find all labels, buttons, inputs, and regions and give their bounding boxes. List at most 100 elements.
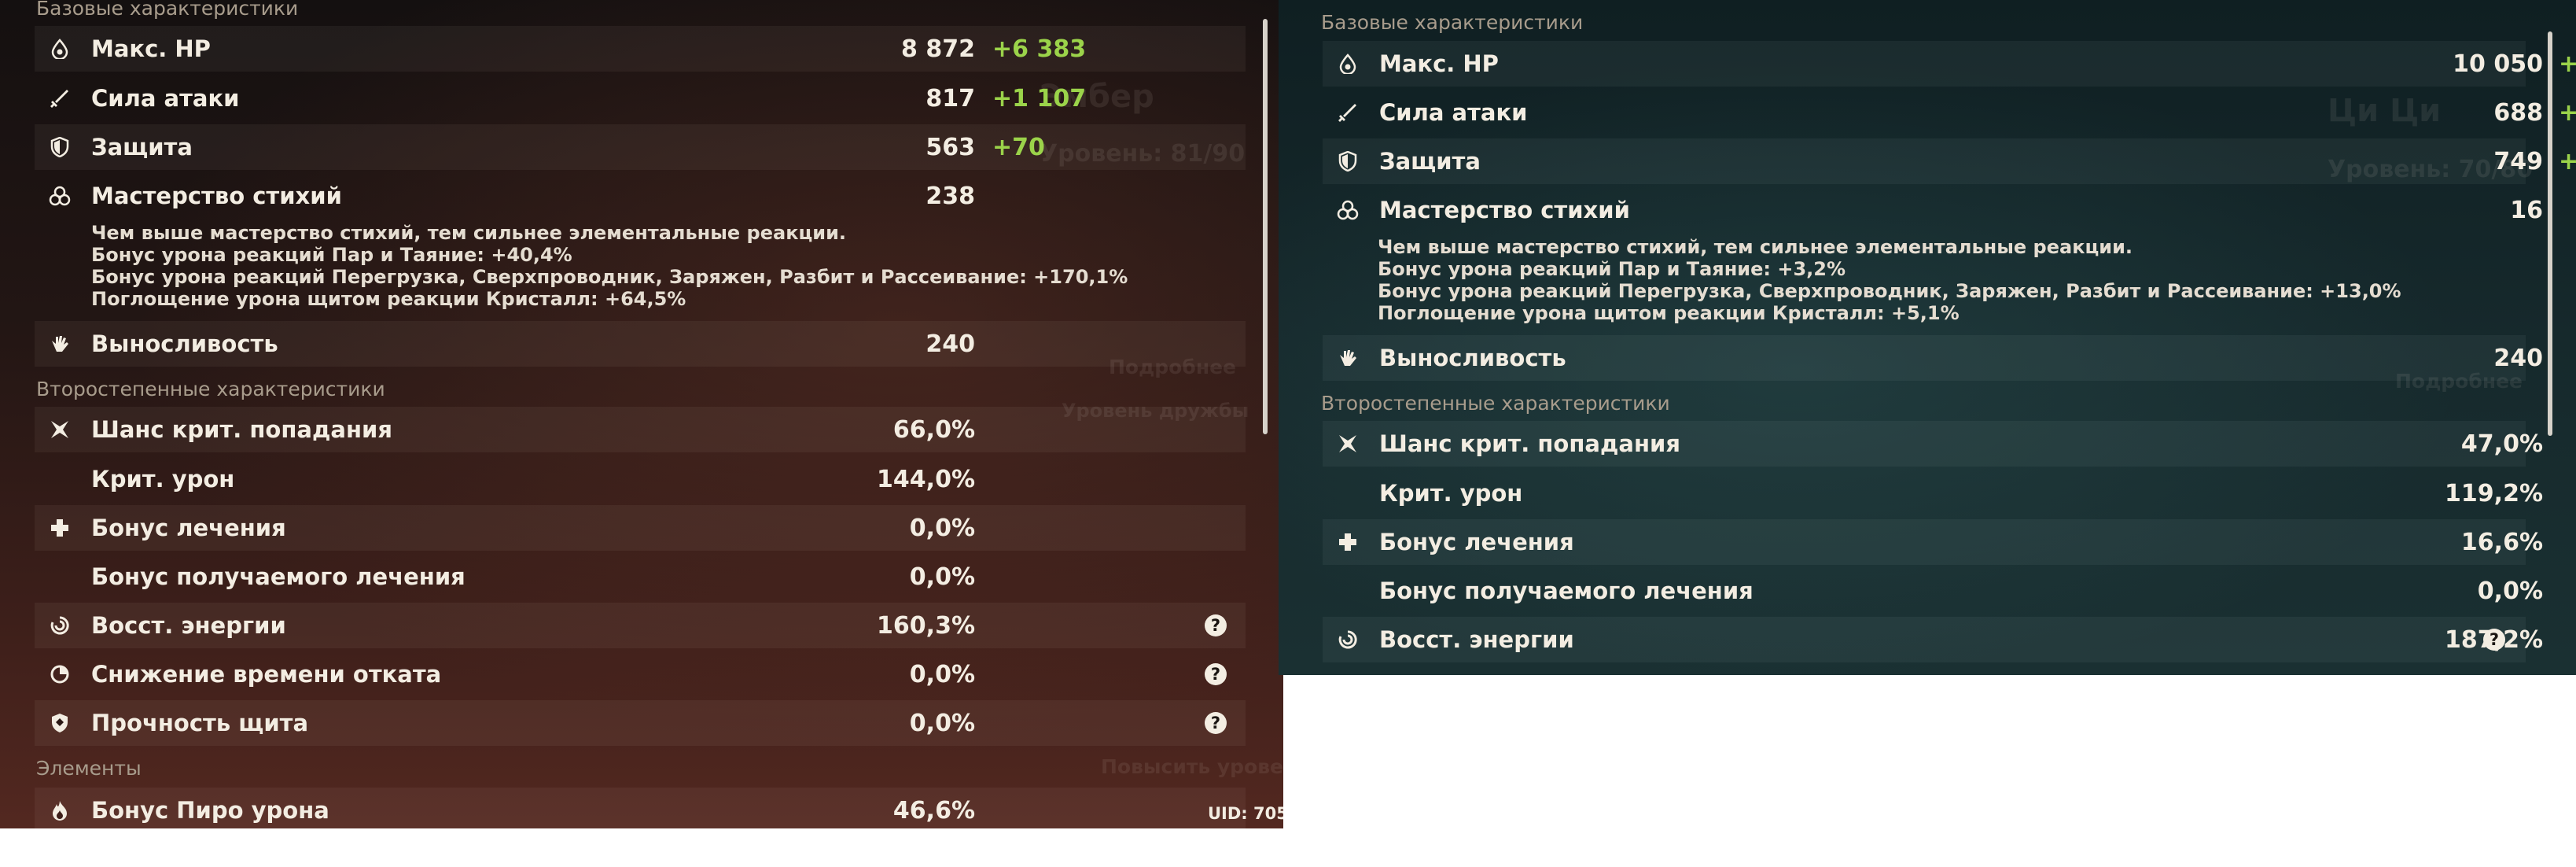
stat-value: 240: [926, 330, 975, 358]
stat-row-energy-recharge: Восст. энергии 160,3% ?: [35, 603, 1246, 648]
stat-label: Снижение времени отката: [91, 661, 442, 688]
stat-row-hp: Макс. HP 8 872 +6 383: [35, 26, 1246, 72]
stat-label: Восст. энергии: [91, 612, 286, 639]
stat-row-crit-dmg: Крит. урон 144,0%: [35, 456, 1246, 502]
stat-row-def: Защита 749 +110: [1323, 138, 2576, 184]
stat-label: Мастерство стихий: [1379, 197, 1630, 223]
stat-row-incoming-heal: Бонус получаемого лечения 0,0%: [35, 554, 1246, 600]
stat-label: Бонус Пиро урона: [91, 797, 329, 824]
stat-value: 66,0%: [892, 415, 975, 444]
stat-bonus: +6 383: [992, 35, 1087, 63]
stat-value: 240: [2493, 344, 2543, 372]
em-description-line: Бонус урона реакций Перегрузка, Сверхпро…: [1378, 280, 2401, 302]
stat-row-em: Мастерство стихий 16: [1323, 187, 2543, 233]
stat-label: Сила атаки: [91, 85, 240, 112]
stat-row-hp: Макс. HP 10 050 +5 228: [1323, 41, 2576, 87]
em-description-line: Бонус урона реакций Пар и Таяние: +3,2%: [1378, 258, 1846, 280]
triple-circle-icon: [1337, 199, 1359, 221]
stat-label: Бонус получаемого лечения: [91, 563, 466, 590]
section-base-title: Базовые характеристики: [36, 0, 299, 20]
em-description-line: Чем выше мастерство стихий, тем сильнее …: [1378, 236, 2133, 258]
stat-value: 688: [2493, 98, 2543, 127]
stat-label: Защита: [1379, 148, 1481, 175]
stat-row-incoming-heal: Бонус получаемого лечения 0,0%: [1323, 568, 2543, 614]
stat-row-atk: Сила атаки 817 +1 107: [35, 76, 1246, 121]
left-stats-panel: Эмбер Уровень: 81/90 Подробнее Уровень д…: [0, 0, 1283, 828]
recharge-icon: [49, 614, 71, 636]
shield-icon: [1337, 150, 1359, 172]
em-description-line: Поглощение урона щитом реакции Кристалл:…: [91, 288, 686, 310]
stat-label: Шанс крит. попадания: [91, 416, 392, 443]
stat-value: 119,2%: [2445, 479, 2543, 507]
question-icon[interactable]: ?: [1205, 663, 1227, 685]
stat-row-shield-strength: Прочность щита 0,0% ?: [35, 700, 1246, 746]
stat-label: Крит. урон: [1379, 480, 1523, 507]
stat-row-crit-dmg: Крит. урон 119,2%: [1323, 470, 2543, 516]
stat-row-def: Защита 563 +70: [35, 124, 1246, 170]
stat-label: Бонус получаемого лечения: [1379, 577, 1754, 604]
em-description-line: Бонус урона реакций Пар и Таяние: +40,4%: [91, 244, 572, 266]
shield-strength-icon: [49, 712, 71, 734]
uid-label: UID: 705: [1208, 804, 1283, 823]
stat-label: Прочность щита: [91, 710, 309, 736]
stat-value: 0,0%: [909, 660, 975, 688]
drop-icon: [1337, 53, 1359, 75]
stat-value: 10 050: [2453, 50, 2543, 78]
stat-value: 187,2%: [2339, 626, 2543, 654]
em-description-line: Чем выше мастерство стихий, тем сильнее …: [91, 222, 847, 244]
stat-row-atk: Сила атаки 688 +1 533: [1323, 90, 2576, 135]
drop-icon: [49, 38, 71, 60]
shield-icon: [49, 136, 71, 158]
stat-value: 0,0%: [909, 514, 975, 542]
stat-row-cooldown: Снижение времени отката 0,0% ?: [35, 651, 1246, 697]
stat-row-pyro: Бонус Пиро урона 46,6%: [35, 788, 1246, 828]
stat-bonus: +70: [992, 133, 1045, 161]
stat-bonus: +110: [2559, 147, 2576, 175]
section-base-title: Базовые характеристики: [1321, 11, 1584, 34]
section-secondary-title: Второстепенные характеристики: [1321, 392, 1670, 415]
stat-value: 749: [2493, 147, 2543, 175]
stat-bonus: +1 107: [992, 84, 1087, 113]
stat-value: 238: [926, 182, 975, 210]
stat-value: 563: [926, 133, 975, 161]
stat-value: 160,3%: [877, 611, 975, 640]
cross-icon: [49, 517, 71, 539]
stat-value: 0,0%: [2477, 577, 2543, 605]
star-burst-icon: [49, 419, 71, 441]
scrollbar[interactable]: [1263, 19, 1268, 434]
cross-icon: [1337, 531, 1359, 553]
stat-row-crit-rate: Шанс крит. попадания 66,0%: [35, 407, 1246, 452]
sword-icon: [1337, 101, 1359, 124]
question-icon[interactable]: ?: [1205, 614, 1227, 636]
em-description-line: Бонус урона реакций Перегрузка, Сверхпро…: [91, 266, 1128, 288]
stat-value: 46,6%: [892, 796, 975, 825]
stat-bonus: +1 533: [2559, 98, 2576, 127]
stat-label: Выносливость: [1379, 345, 1566, 371]
stat-row-crit-rate: Шанс крит. попадания 47,0%: [1323, 421, 2543, 467]
stat-row-energy-recharge: Восст. энергии 187,2% ?: [1323, 617, 2543, 662]
stat-label: Макс. HP: [1379, 50, 1499, 77]
triple-circle-icon: [49, 185, 71, 207]
stat-value: 16,6%: [2460, 528, 2543, 556]
stat-row-heal: Бонус лечения 16,6%: [1323, 519, 2543, 565]
sword-icon: [49, 87, 71, 109]
hand-icon: [49, 333, 71, 355]
stat-row-heal: Бонус лечения 0,0%: [35, 505, 1246, 551]
cooldown-icon: [49, 663, 71, 685]
recharge-icon: [1337, 629, 1359, 651]
stat-row-stamina: Выносливость 240: [35, 321, 1246, 367]
question-icon[interactable]: ?: [1205, 712, 1227, 734]
scrollbar[interactable]: [2548, 31, 2552, 436]
stat-label: Макс. HP: [91, 35, 211, 62]
stat-value: 16: [2510, 196, 2543, 224]
ghost-upgrade-button: Повысить уровень: [1101, 755, 1283, 778]
stat-label: Шанс крит. попадания: [1379, 430, 1680, 457]
stat-value: 817: [926, 84, 975, 113]
stat-label: Мастерство стихий: [91, 183, 342, 209]
stat-value: 8 872: [901, 35, 975, 63]
question-icon[interactable]: ?: [2483, 629, 2505, 651]
stat-label: Бонус лечения: [91, 515, 286, 541]
stat-label: Сила атаки: [1379, 99, 1528, 126]
section-elements-title: Элементы: [36, 757, 142, 780]
stat-label: Выносливость: [91, 330, 278, 357]
